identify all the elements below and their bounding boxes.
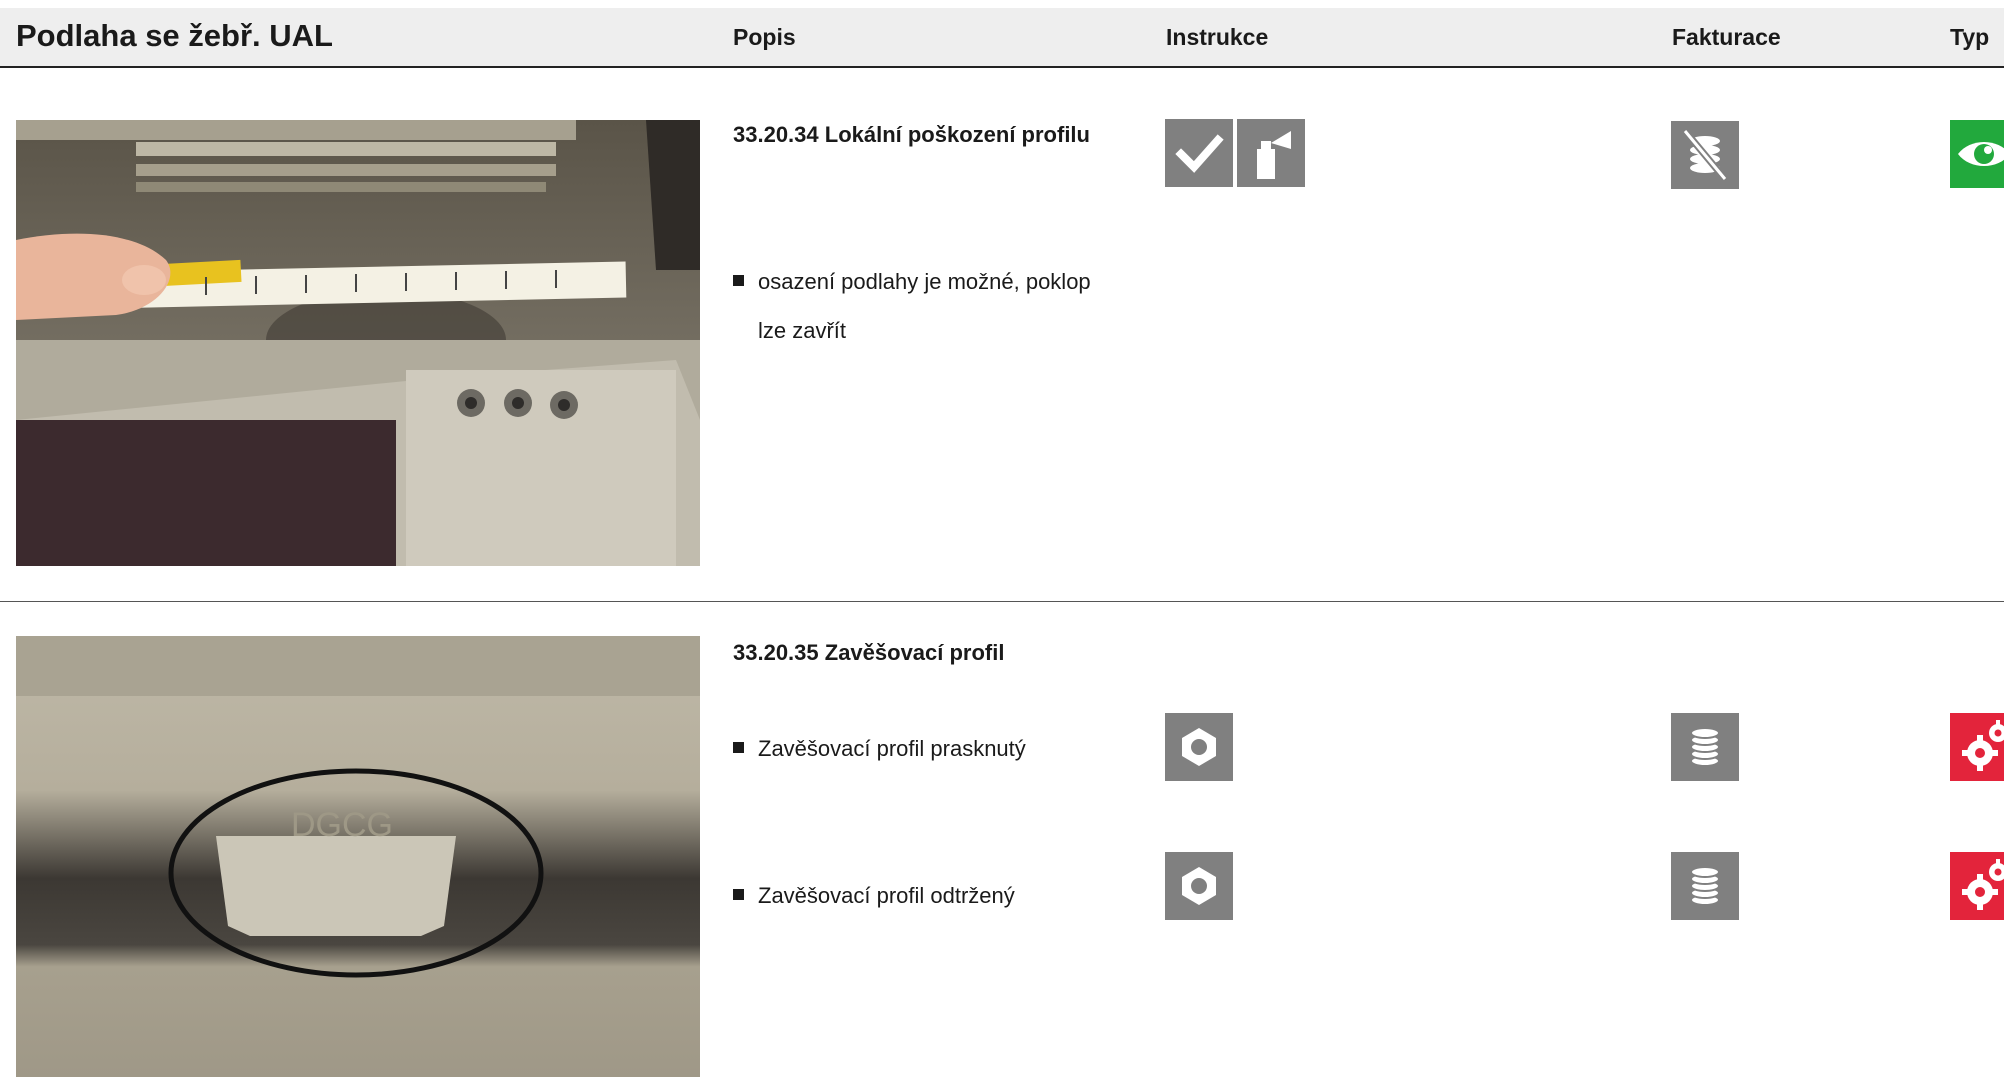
list-item: osazení podlahy je možné, poklop bbox=[733, 257, 1091, 306]
damage-photo-hanger-profile: DGCG bbox=[16, 636, 700, 1077]
item-title: 33.20.34 Lokální poškození profilu bbox=[733, 122, 1090, 147]
coin-stack-icon bbox=[1671, 713, 1739, 781]
check-icon bbox=[1165, 119, 1233, 187]
item-title: 33.20.35 Zavěšovací profil bbox=[733, 640, 1005, 665]
bullet-marker bbox=[733, 742, 744, 753]
bullet-text-continued: lze zavřít bbox=[758, 318, 847, 343]
row-divider bbox=[0, 601, 2004, 602]
spray-can-icon bbox=[1237, 119, 1305, 187]
bullet-text: Zavěšovací profil odtržený bbox=[758, 883, 1015, 908]
bullet-text: osazení podlahy je možné, poklop bbox=[758, 269, 1091, 294]
repair-gears-icon bbox=[1950, 852, 2004, 920]
bullet-marker bbox=[733, 889, 744, 900]
bullet-marker bbox=[733, 275, 744, 286]
damage-photo-profile bbox=[16, 120, 700, 566]
hex-nut-icon bbox=[1165, 713, 1233, 781]
list-item: Zavěšovací profil odtržený bbox=[733, 871, 1015, 920]
column-header-typ: Typ bbox=[1950, 24, 1990, 50]
list-item: Zavěšovací profil prasknutý bbox=[733, 724, 1026, 773]
page-title: Podlaha se žebř. UAL bbox=[16, 18, 333, 53]
repair-gears-icon bbox=[1950, 713, 2004, 781]
hex-nut-icon bbox=[1165, 852, 1233, 920]
column-header-fakturace: Fakturace bbox=[1672, 24, 1781, 50]
inspection-eye-icon bbox=[1950, 120, 2004, 188]
svg-text:DGCG: DGCG bbox=[291, 806, 393, 844]
no-billing-icon bbox=[1671, 121, 1739, 189]
coin-stack-icon bbox=[1671, 852, 1739, 920]
bullet-text: Zavěšovací profil prasknutý bbox=[758, 736, 1026, 761]
column-header-instrukce: Instrukce bbox=[1166, 24, 1269, 50]
column-header-popis: Popis bbox=[733, 24, 796, 50]
